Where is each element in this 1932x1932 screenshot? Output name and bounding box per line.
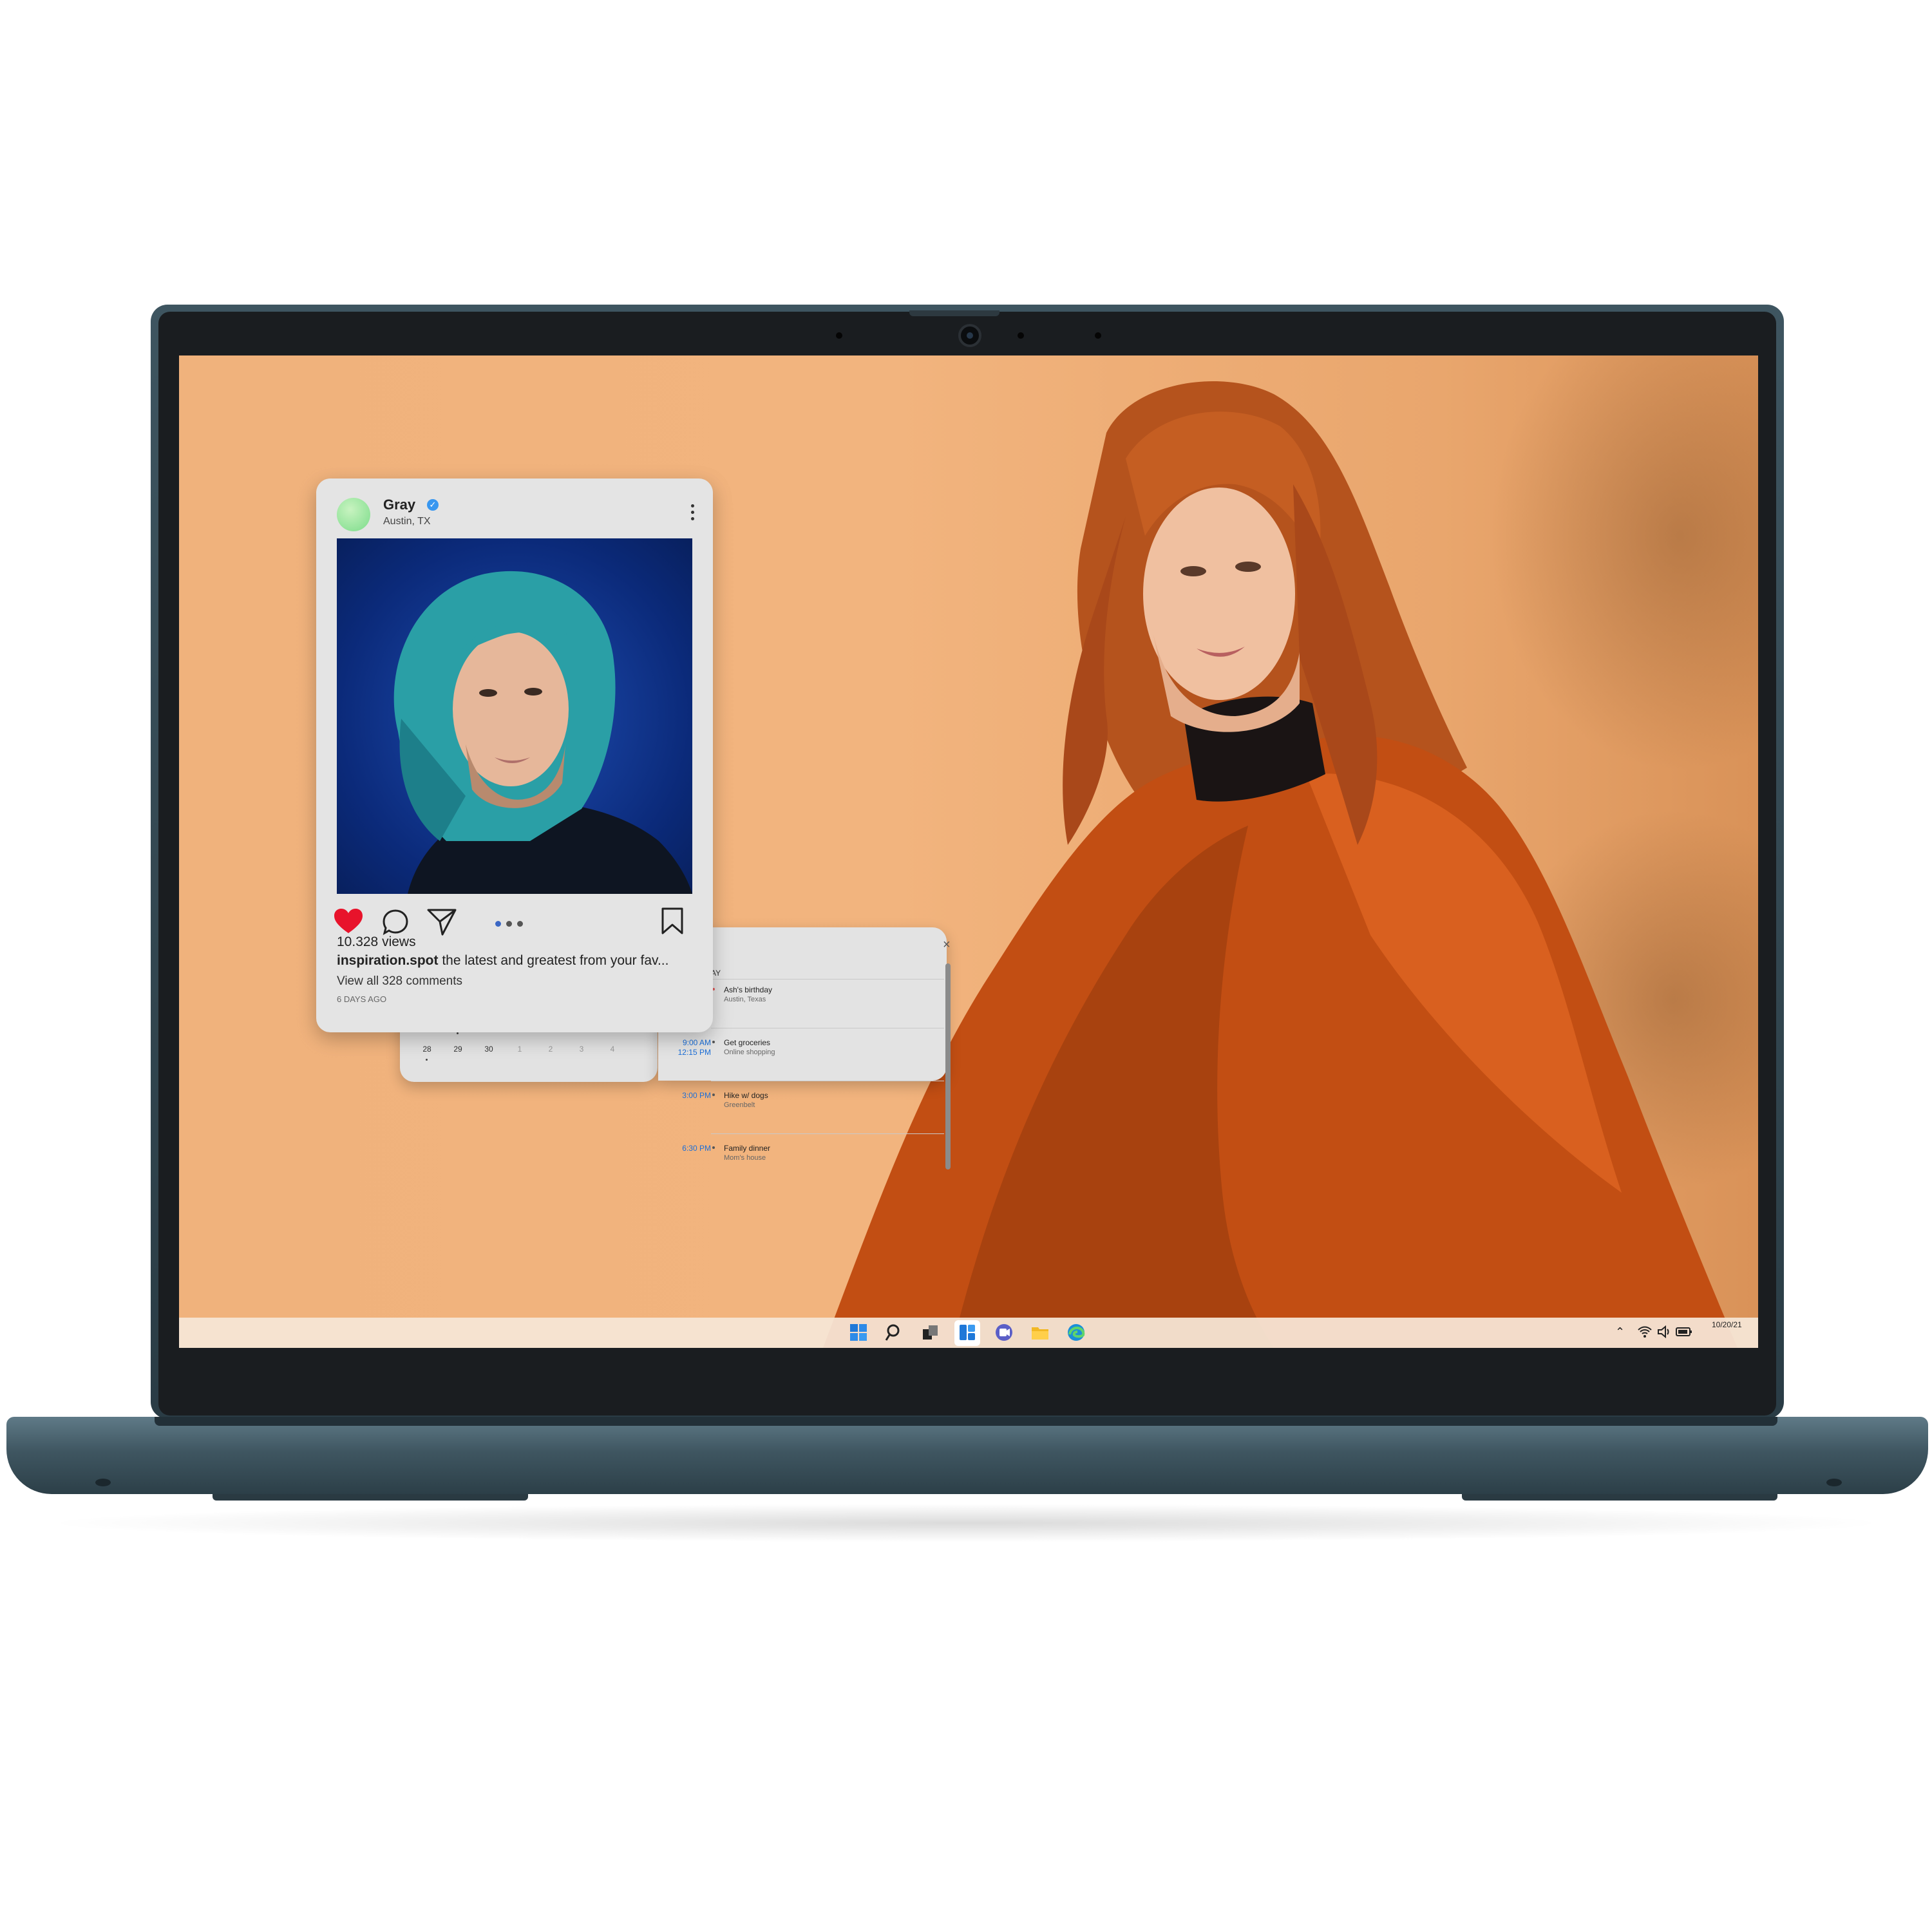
agenda-event-subtitle: Greenbelt	[724, 1101, 755, 1109]
calendar-day[interactable]: 2	[535, 1045, 566, 1071]
calendar-day[interactable]: 4	[597, 1045, 628, 1071]
agenda-event-title: Get groceries	[724, 1038, 771, 1047]
volume-icon[interactable]	[1656, 1324, 1672, 1340]
post-location[interactable]: Austin, TX	[383, 516, 431, 527]
lid-notch	[909, 310, 999, 316]
post-views: 10.328 views	[337, 934, 416, 949]
calendar-event-dot	[457, 1032, 459, 1034]
calendar-day-number: 3	[579, 1045, 584, 1054]
comment-icon[interactable]	[382, 909, 409, 936]
laptop-base	[6, 1417, 1928, 1494]
view-comments-link[interactable]: View all 328 comments	[337, 974, 462, 989]
speaker-grille	[95, 1479, 111, 1486]
widgets-icon[interactable]	[958, 1323, 977, 1342]
calendar-day[interactable]: 3	[566, 1045, 597, 1071]
search-icon[interactable]	[885, 1323, 904, 1342]
chevron-up-icon[interactable]: ⌃	[1615, 1325, 1625, 1339]
calendar-day[interactable]: 28	[412, 1045, 442, 1071]
laptop-shadow	[39, 1504, 1893, 1542]
post-username[interactable]: Gray	[383, 497, 415, 513]
calendar-day[interactable]: 29	[442, 1045, 473, 1071]
agenda-event-subtitle: Online shopping	[724, 1048, 775, 1056]
agenda-event-bullet	[712, 1094, 715, 1096]
post-photo-portrait	[393, 571, 692, 894]
agenda-event-time: 6:30 PM	[682, 1144, 711, 1153]
webcam	[958, 324, 981, 347]
close-icon[interactable]: ×	[943, 938, 951, 952]
taskbar-date[interactable]: 10/20/21	[1712, 1320, 1742, 1329]
heart-icon[interactable]	[334, 909, 363, 934]
agenda-event-time: 3:00 PM	[682, 1091, 711, 1100]
agenda-event-title: Ash's birthday	[724, 985, 772, 994]
agenda-event-title: Hike w/ dogs	[724, 1091, 768, 1100]
agenda-event-bullet	[712, 1041, 715, 1043]
laptop-foot	[213, 1494, 528, 1501]
agenda-event-time: 9:00 AM 12:15 PM	[677, 1038, 711, 1057]
caption-text: the latest and greatest from your fav...	[442, 953, 669, 968]
verified-icon: ✓	[427, 499, 439, 511]
teams-chat-icon[interactable]	[994, 1323, 1014, 1342]
edge-icon[interactable]	[1066, 1323, 1086, 1342]
calendar-day[interactable]: 30	[473, 1045, 504, 1071]
agenda-event-title: Family dinner	[724, 1144, 771, 1153]
desktop-screen: 3112345678910111213141516171819202122232…	[179, 355, 1758, 1348]
battery-icon[interactable]	[1676, 1325, 1692, 1338]
start-icon[interactable]	[849, 1323, 868, 1342]
calendar-day-number: 30	[484, 1045, 493, 1054]
calendar-day-number: 4	[610, 1045, 615, 1054]
avatar[interactable]	[337, 498, 370, 531]
wifi-icon[interactable]	[1637, 1324, 1653, 1340]
social-post-widget: Gray ✓ Austin, TX 10.328 views inspirati…	[316, 478, 713, 1032]
carousel-dots-icon	[495, 918, 528, 930]
share-icon[interactable]	[427, 907, 457, 936]
sensor-dot	[836, 332, 842, 339]
calendar-day-number: 29	[453, 1045, 462, 1054]
agenda-divider	[711, 1133, 944, 1134]
speaker-grille	[1826, 1479, 1842, 1486]
calendar-day-number: 2	[548, 1045, 553, 1054]
agenda-event-bullet	[712, 1146, 715, 1149]
sensor-dot	[1018, 332, 1024, 339]
post-caption: inspiration.spot the latest and greatest…	[337, 953, 697, 969]
post-age: 6 DAYS AGO	[337, 994, 387, 1004]
base-lip	[155, 1417, 1777, 1426]
task-view-icon[interactable]	[921, 1323, 940, 1342]
sensor-dot	[1095, 332, 1101, 339]
file-explorer-icon[interactable]	[1030, 1323, 1050, 1342]
agenda-event-subtitle: Austin, Texas	[724, 996, 766, 1003]
post-photo[interactable]	[337, 538, 692, 894]
more-vert-icon[interactable]	[691, 504, 695, 522]
calendar-day-number: 1	[517, 1045, 522, 1054]
agenda-divider	[711, 979, 944, 980]
calendar-day-number: 28	[422, 1045, 431, 1054]
calendar-day[interactable]: 1	[504, 1045, 535, 1071]
bookmark-icon[interactable]	[661, 907, 684, 935]
agenda-event-subtitle: Mom's house	[724, 1154, 766, 1162]
taskbar: ⌃ 10/20/21	[179, 1318, 1758, 1348]
laptop-foot	[1462, 1494, 1777, 1501]
calendar-event-dot	[426, 1059, 428, 1061]
caption-username[interactable]: inspiration.spot	[337, 953, 439, 968]
agenda-scrollbar[interactable]	[945, 963, 951, 1170]
